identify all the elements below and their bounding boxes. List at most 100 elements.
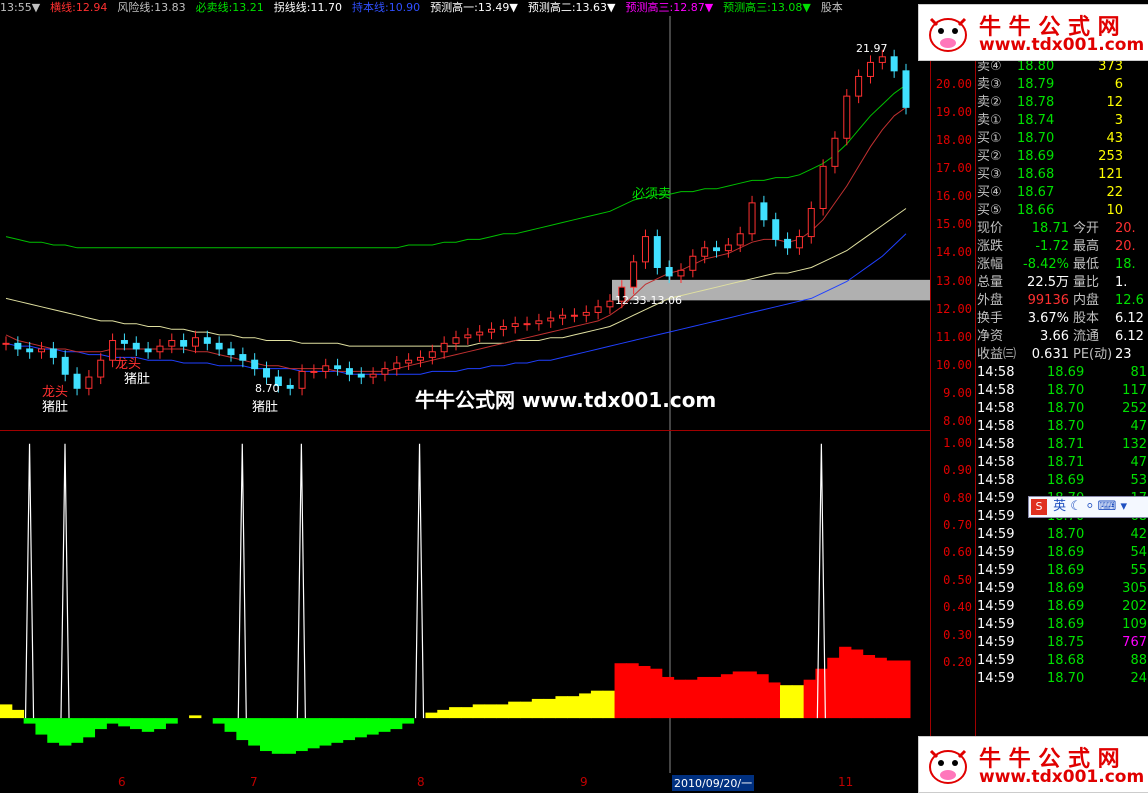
tick-price: 18.69 [1047, 563, 1085, 578]
indicator-bar [130, 718, 143, 730]
indicator-bar [390, 718, 403, 730]
tick-time: 14:59 [977, 545, 1015, 560]
stat-row: 净资 3.66 流通 6.12 [975, 328, 1148, 346]
indicator-chart[interactable] [0, 430, 930, 773]
tick-volume: 54 [1130, 545, 1147, 560]
ma-yellow-line [5, 208, 907, 347]
indicator-bar [189, 715, 202, 719]
tick-row: 14:59 18.69 109 [975, 616, 1148, 634]
candle-body [357, 373, 365, 378]
stat-label: 涨幅 [977, 257, 1004, 272]
indicator-bar [70, 718, 84, 743]
stat-value: -8.42% [1023, 257, 1069, 272]
stat-label: PE(动) [1073, 347, 1113, 362]
tick-row: 14:58 18.69 81 [975, 364, 1148, 382]
ask-label: 卖① [977, 113, 1002, 128]
longtou-label: 龙头 [42, 385, 68, 400]
ask-volume: 3 [1114, 113, 1123, 128]
tick-time: 14:59 [977, 617, 1015, 632]
indicator-bar [886, 660, 899, 719]
zhudu-label: 猪肚 [42, 400, 68, 415]
ime-toolbar[interactable]: S 英 ☾ ⸰ ⌨ ▾ [1028, 496, 1148, 518]
y-tick-label: 10.00 [935, 357, 972, 372]
bid-row: 买② 18.69 253 [975, 148, 1148, 166]
candle-body [724, 244, 732, 252]
indicator-bar [590, 690, 604, 719]
indicator-bar [555, 696, 568, 719]
candle-body [120, 340, 128, 344]
indicator-bar [472, 704, 486, 719]
tick-price: 18.70 [1047, 401, 1085, 416]
tick-price: 18.70 [1047, 527, 1085, 542]
tick-row: 14:58 18.70 252 [975, 400, 1148, 418]
signal-spike [237, 443, 247, 719]
candle-body [381, 368, 389, 375]
indicator-bar [224, 718, 237, 732]
stat-row: 收益㈢ 0.631 PE(动) 23 [975, 346, 1148, 364]
moon-icon[interactable]: ☾ ⸰ ⌨ ▾ [1070, 499, 1127, 514]
indicator-bar [496, 704, 509, 719]
candle-body [38, 348, 46, 353]
tick-row: 14:59 18.75 767 [975, 634, 1148, 652]
indicator-bar [212, 718, 226, 724]
price-chart[interactable]: 必须卖21.978.7012.33-13.06猪肚猪肚猪肚龙头龙头 [0, 16, 930, 430]
stat-row: 涨幅 -8.42% 最低 18. [975, 256, 1148, 274]
indicator-bar [602, 690, 616, 719]
indicator-bar [354, 718, 367, 738]
tick-time: 14:58 [977, 419, 1015, 434]
x-tick-label: 11 [838, 775, 854, 789]
indicator-bar [567, 696, 580, 719]
ask-price: 18.74 [1017, 113, 1055, 128]
tick-volume: 81 [1130, 365, 1147, 380]
stat-value: 3.67% [1027, 311, 1069, 326]
stat-row: 换手 3.67% 股本 6.12 [975, 310, 1148, 328]
indicator-bar [898, 660, 911, 719]
tick-volume: 47 [1130, 419, 1147, 434]
indicator-bar [236, 718, 249, 741]
tick-row: 14:58 18.71 47 [975, 454, 1148, 472]
sogou-icon[interactable]: S [1031, 499, 1047, 515]
indicator-bar [626, 663, 639, 719]
indicator-bar [673, 679, 686, 719]
tick-volume: 55 [1130, 563, 1147, 578]
candle-body [334, 365, 342, 370]
stat-value: 18.71 [1031, 221, 1069, 236]
stat-label: 流通 [1073, 329, 1100, 344]
indicator-bar [342, 718, 356, 741]
header-item: 预测高三:13.08▼ [723, 1, 811, 14]
candle-body [807, 207, 815, 238]
candle-body [144, 348, 152, 353]
indicator-bar [11, 709, 25, 719]
ime-mode-label[interactable]: 英 [1053, 499, 1066, 514]
indicator-bar [437, 709, 450, 719]
candle-body [701, 247, 709, 257]
tick-time: 14:59 [977, 491, 1015, 506]
ask-row: 卖③ 18.79 6 [975, 76, 1148, 94]
bid-volume: 22 [1106, 185, 1123, 200]
tick-price: 18.69 [1047, 545, 1085, 560]
signal-spike [24, 443, 35, 719]
stat-value: 20. [1115, 221, 1136, 236]
candle-body [26, 348, 34, 353]
candle-body [97, 359, 105, 378]
indicator-bar [531, 698, 545, 719]
ma-green-line [5, 84, 907, 249]
candle-body [215, 342, 223, 350]
y-tick-label: 15.00 [935, 217, 972, 232]
candle-body [653, 236, 661, 268]
stat-label: 换手 [977, 311, 1004, 326]
tick-time: 14:59 [977, 581, 1015, 596]
y-tick-label: 0.40 [943, 600, 972, 615]
indicator-bar [661, 676, 675, 719]
logo-bottom: 牛 牛 公 式 网 www.tdx001.com [918, 736, 1148, 793]
bid-row: 买⑤ 18.66 10 [975, 202, 1148, 220]
logo-url: www.tdx001.com [979, 35, 1145, 55]
candle-body [156, 345, 164, 353]
date-cursor-label: 2010/09/20/一 [672, 775, 755, 791]
tick-price: 18.75 [1047, 635, 1085, 650]
tick-volume: 767 [1122, 635, 1147, 650]
header-item: 预测高三:12.87▼ [625, 1, 714, 14]
indicator-bar [508, 701, 521, 719]
candle-body [239, 354, 247, 361]
candle-body [227, 348, 235, 356]
